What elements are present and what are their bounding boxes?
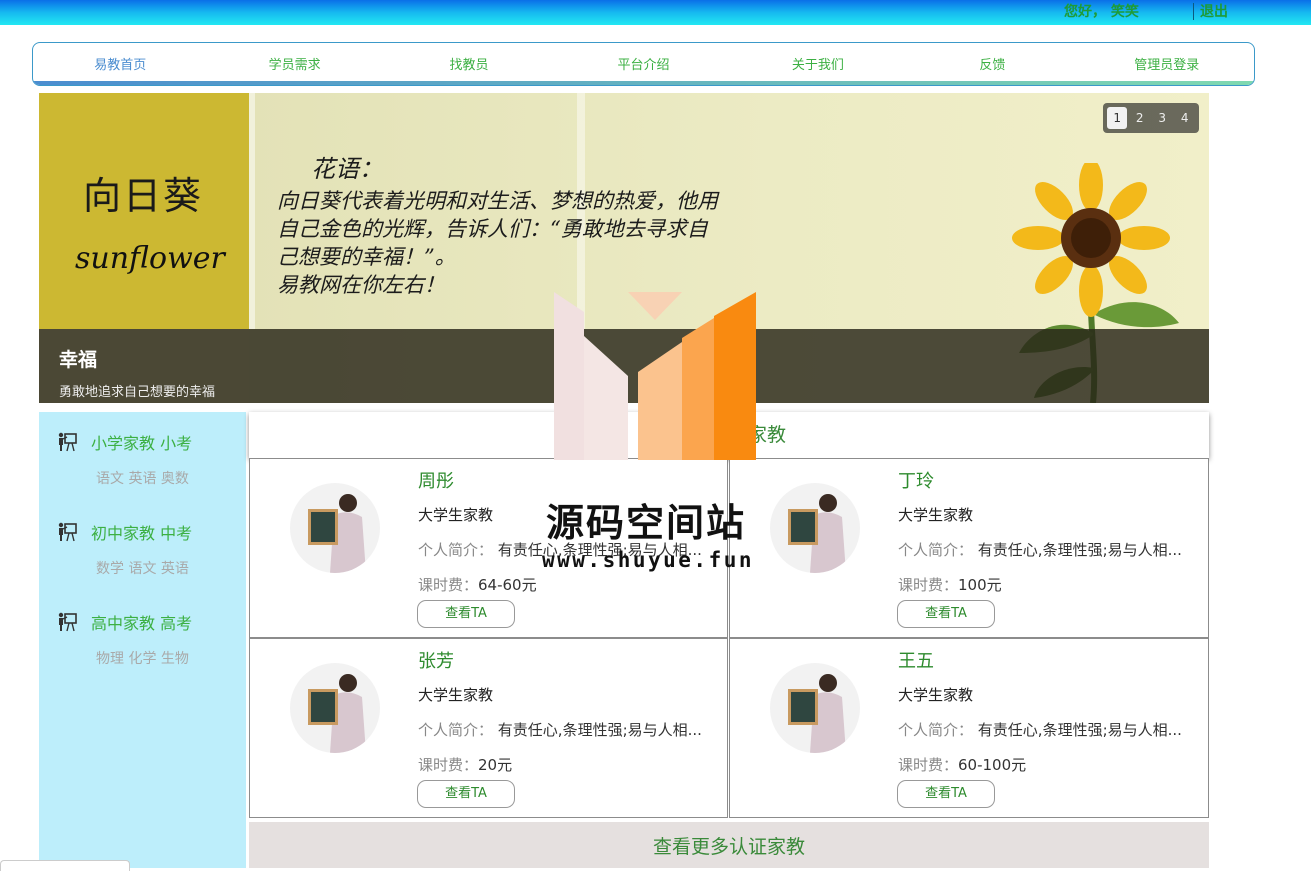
tutor-name: 丁玲	[898, 471, 934, 492]
teacher-icon	[58, 612, 77, 632]
pager-dot-3[interactable]: 3	[1152, 107, 1172, 129]
nav-item-home[interactable]: 易教首页	[33, 43, 207, 83]
view-tutor-button[interactable]: 查看TA	[417, 780, 515, 808]
tutor-type: 大学生家教	[418, 506, 494, 524]
category-link[interactable]: 小学家教 小考	[57, 430, 247, 454]
teacher-icon	[58, 432, 77, 452]
banner-verse: 花语： 向日葵代表着光明和对生活、梦想的热爱，他用 自己金色的光辉，告诉人们：“…	[277, 155, 787, 299]
verse-line: 向日葵代表着光明和对生活、梦想的热爱，他用	[277, 189, 718, 213]
banner-left-title: 向日葵	[83, 174, 204, 218]
category-subjects: 语文 英语 奥数	[96, 471, 189, 487]
intro-text: 有责任心,条理性强;易与人相...	[497, 541, 702, 559]
view-tutor-button[interactable]: 查看TA	[897, 600, 995, 628]
category-high: 高中家教 高考 物理 化学 生物	[57, 610, 247, 668]
fee-value: 64-60元	[478, 576, 537, 594]
intro-text: 有责任心,条理性强;易与人相...	[497, 721, 702, 739]
nav-item-about-us[interactable]: 关于我们	[731, 43, 905, 83]
tutor-name: 张芳	[418, 651, 454, 672]
tutor-card: 王五 大学生家教 个人简介： 有责任心,条理性强;易与人相... 课时费：60-…	[729, 638, 1209, 818]
banner-caption: 幸福 勇敢地追求自己想要的幸福	[39, 329, 1209, 403]
fee-value: 20元	[478, 756, 513, 774]
divider	[1193, 3, 1194, 20]
tutor-intro: 个人简介： 有责任心,条理性强;易与人相...	[898, 719, 1198, 740]
fee-label: 课时费：	[898, 756, 959, 774]
tutor-intro: 个人简介： 有责任心,条理性强;易与人相...	[418, 539, 718, 560]
tutor-avatar	[290, 483, 380, 573]
fee-value: 60-100元	[958, 756, 1027, 774]
fee-label: 课时费：	[898, 576, 959, 594]
logout-link[interactable]: 退出	[1200, 1, 1228, 21]
nav-item-admin-login[interactable]: 管理员登录	[1080, 43, 1254, 83]
intro-label: 个人简介：	[898, 541, 974, 559]
tutor-fee: 课时费：100元	[898, 574, 1002, 595]
tutor-avatar	[290, 663, 380, 753]
tutor-card: 丁玲 大学生家教 个人简介： 有责任心,条理性强;易与人相... 课时费：100…	[729, 458, 1209, 638]
intro-label: 个人简介：	[898, 721, 974, 739]
carousel-pager: 1 2 3 4	[1103, 103, 1199, 133]
caption-subtitle: 勇敢地追求自己想要的幸福	[59, 385, 216, 400]
pager-dot-4[interactable]: 4	[1175, 107, 1195, 129]
nav-item-find-tutor[interactable]: 找教员	[382, 43, 556, 83]
banner-title-panel: 向日葵 sunflower	[39, 93, 249, 329]
category-sidebar: 小学家教 小考 语文 英语 奥数 初中家教 中考 数学 语文 英语 高中家教 高…	[39, 412, 246, 868]
category-subjects: 物理 化学 生物	[96, 651, 189, 667]
main-nav: 易教首页 学员需求 找教员 平台介绍 关于我们 反馈 管理员登录	[32, 42, 1255, 86]
top-bar: 您好， 笑笑 退出	[0, 0, 1311, 25]
category-link[interactable]: 初中家教 中考	[57, 520, 247, 544]
verse-title: 花语：	[311, 155, 383, 183]
banner-carousel[interactable]: 向日葵 sunflower 花语： 向日葵代表着光明和对生活、梦想的热爱，他用 …	[39, 93, 1209, 403]
tutor-card: 张芳 大学生家教 个人简介： 有责任心,条理性强;易与人相... 课时费：20元…	[249, 638, 728, 818]
bottom-left-tab	[0, 860, 130, 871]
tutor-type: 大学生家教	[898, 686, 974, 704]
intro-label: 个人简介：	[418, 541, 494, 559]
view-tutor-button[interactable]: 查看TA	[897, 780, 995, 808]
intro-label: 个人简介：	[418, 721, 494, 739]
banner-left-subtitle: sunflower	[75, 241, 225, 276]
category-primary: 小学家教 小考 语文 英语 奥数	[57, 430, 247, 488]
category-title: 高中家教 高考	[91, 614, 193, 633]
tutor-name: 周彤	[418, 471, 454, 492]
fee-value: 100元	[958, 576, 1002, 594]
caption-title: 幸福	[59, 349, 98, 371]
nav-underline	[33, 81, 1254, 85]
fee-label: 课时费：	[418, 576, 479, 594]
tutor-intro: 个人简介： 有责任心,条理性强;易与人相...	[898, 539, 1198, 560]
view-tutor-button[interactable]: 查看TA	[417, 600, 515, 628]
tutor-type: 大学生家教	[898, 506, 974, 524]
tutor-intro: 个人简介： 有责任心,条理性强;易与人相...	[418, 719, 718, 740]
teacher-icon	[58, 522, 77, 542]
nav-item-feedback[interactable]: 反馈	[905, 43, 1079, 83]
tutor-fee: 课时费：60-100元	[898, 754, 1026, 775]
verse-line: 自己金色的光辉，告诉人们：“勇敢地去寻求自	[277, 217, 708, 241]
tutor-fee: 课时费：64-60元	[418, 574, 537, 595]
pager-dot-1[interactable]: 1	[1107, 107, 1128, 129]
fee-label: 课时费：	[418, 756, 479, 774]
verse-line: 己想要的幸福！”。	[277, 245, 456, 269]
intro-text: 有责任心,条理性强;易与人相...	[977, 721, 1182, 739]
verse-line: 易教网在你左右！	[277, 273, 445, 297]
section-title: 最新认证家教	[249, 412, 1209, 458]
tutor-fee: 课时费：20元	[418, 754, 512, 775]
tutor-type: 大学生家教	[418, 686, 494, 704]
nav-item-platform-intro[interactable]: 平台介绍	[556, 43, 730, 83]
tutor-avatar	[770, 483, 860, 573]
nav-item-student-needs[interactable]: 学员需求	[207, 43, 381, 83]
banner-divider	[249, 93, 255, 329]
pager-dot-2[interactable]: 2	[1130, 107, 1150, 129]
category-title: 小学家教 小考	[91, 434, 193, 453]
tutor-card: 周彤 大学生家教 个人简介： 有责任心,条理性强;易与人相... 课时费：64-…	[249, 458, 728, 638]
tutor-name: 王五	[898, 651, 934, 672]
category-title: 初中家教 中考	[91, 524, 193, 543]
tutor-avatar	[770, 663, 860, 753]
intro-text: 有责任心,条理性强;易与人相...	[977, 541, 1182, 559]
view-more-tutors-button[interactable]: 查看更多认证家教	[249, 822, 1209, 868]
user-greeting: 您好， 笑笑	[1064, 4, 1139, 20]
category-middle: 初中家教 中考 数学 语文 英语	[57, 520, 247, 578]
category-subjects: 数学 语文 英语	[96, 561, 189, 577]
category-link[interactable]: 高中家教 高考	[57, 610, 247, 634]
